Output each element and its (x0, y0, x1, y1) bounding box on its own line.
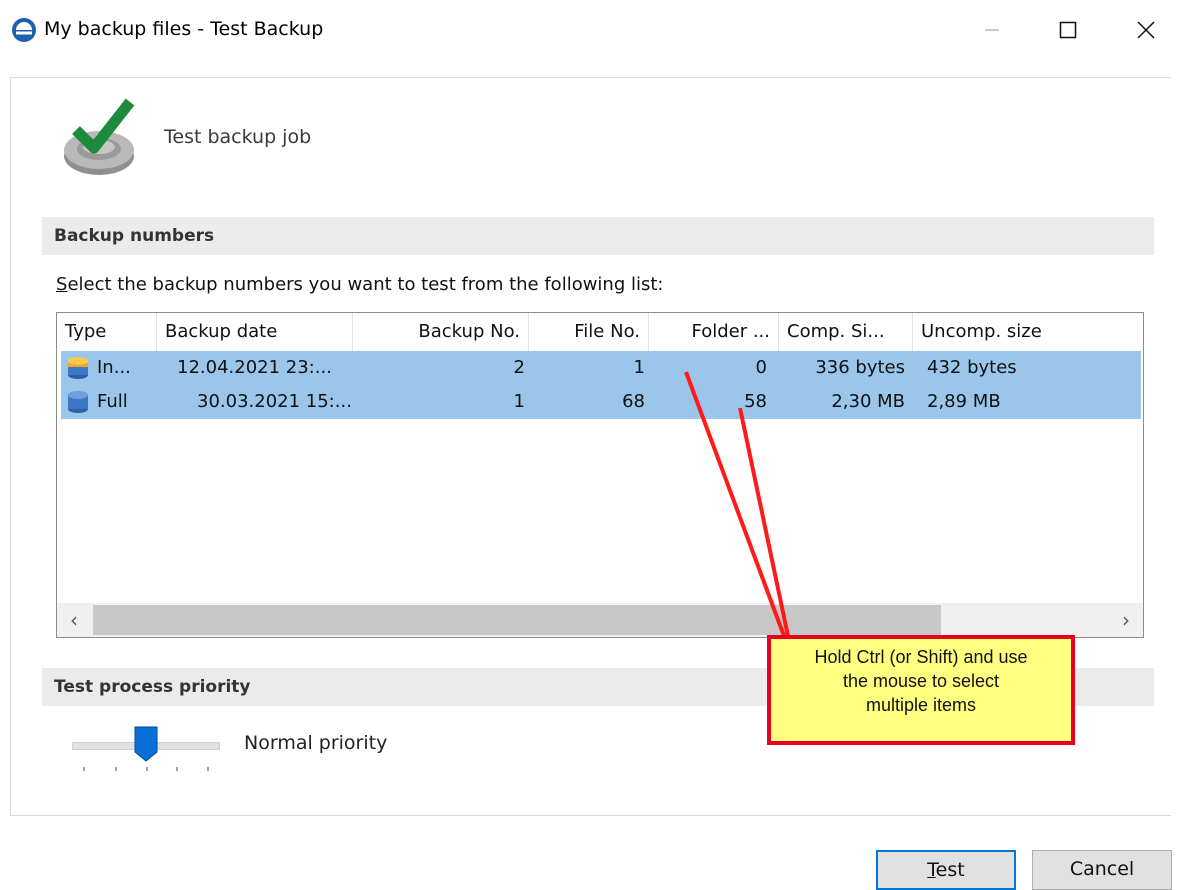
instruction-rest: elect the backup numbers you want to tes… (67, 274, 664, 295)
column-header-uncomp-size[interactable]: Uncomp. size (913, 313, 1113, 351)
cell-uncomp-size: 432 bytes (927, 357, 1017, 378)
close-button[interactable] (1118, 8, 1174, 52)
title-bar: My backup files - Test Backup (0, 0, 1178, 60)
full-backup-icon (68, 391, 88, 413)
slider-tick (146, 767, 148, 771)
cell-comp-size: 336 bytes (815, 357, 905, 378)
cancel-button[interactable]: Cancel (1032, 850, 1172, 890)
app-logo-icon (12, 18, 36, 42)
window-title: My backup files - Test Backup (44, 18, 324, 40)
cell-backup-date: 12.04.2021 23:... (177, 357, 332, 378)
minimize-icon (985, 29, 999, 31)
slider-tick (207, 767, 209, 771)
scrollbar-thumb[interactable] (93, 605, 941, 635)
cell-type: Full (97, 391, 128, 412)
list-header: Type Backup date Backup No. File No. Fol… (57, 313, 1143, 351)
cell-backup-date: 30.03.2021 15:... (197, 391, 352, 412)
tooltip-callout: Hold Ctrl (or Shift) and use the mouse t… (767, 635, 1075, 745)
cell-folder: 0 (755, 357, 767, 378)
maximize-icon (1059, 21, 1077, 39)
instruction-access-key: S (56, 274, 68, 295)
check-disk-icon (64, 98, 135, 175)
cell-file-no: 68 (622, 391, 645, 412)
scroll-right-icon[interactable]: › (1109, 603, 1143, 637)
table-row[interactable]: Full 30.03.2021 15:... 1 68 58 2,30 MB 2… (61, 385, 1141, 419)
minimize-button[interactable] (964, 8, 1020, 52)
column-header-folder[interactable]: Folder ... (649, 313, 779, 351)
slider-tick (83, 767, 85, 771)
column-header-backup-date[interactable]: Backup date (157, 313, 353, 351)
column-header-backup-no[interactable]: Backup No. (353, 313, 529, 351)
callout-line: Hold Ctrl (or Shift) and use (814, 647, 1028, 667)
job-title: Test backup job (164, 126, 312, 148)
callout-line: the mouse to select (842, 671, 1000, 691)
section-backup-numbers: Backup numbers (42, 217, 1154, 255)
cell-uncomp-size: 2,89 MB (927, 391, 1001, 412)
column-header-type[interactable]: Type (57, 313, 157, 351)
test-access-key: T (927, 859, 936, 881)
close-icon (1137, 21, 1155, 39)
cell-backup-no: 1 (513, 391, 525, 412)
callout-line: multiple items (865, 695, 977, 715)
table-row[interactable]: In... 12.04.2021 23:... 2 1 0 336 bytes … (61, 351, 1141, 385)
backup-list[interactable]: Type Backup date Backup No. File No. Fol… (56, 312, 1144, 638)
cell-backup-no: 2 (513, 357, 525, 378)
horizontal-scrollbar[interactable]: ‹ › (57, 603, 1143, 637)
scroll-left-icon[interactable]: ‹ (57, 603, 91, 637)
slider-tick (176, 767, 178, 771)
test-label-rest: est (935, 859, 965, 881)
column-header-comp-size[interactable]: Comp. Si... (779, 313, 913, 351)
priority-label: Normal priority (244, 732, 388, 754)
cell-comp-size: 2,30 MB (831, 391, 905, 412)
slider-tick (115, 767, 117, 771)
column-header-file-no[interactable]: File No. (529, 313, 649, 351)
incremental-backup-icon (68, 357, 88, 379)
cell-folder: 58 (744, 391, 767, 412)
maximize-button[interactable] (1040, 8, 1096, 52)
instruction-text: Select the backup numbers you want to te… (56, 274, 664, 295)
cell-type: In... (97, 357, 131, 378)
priority-slider-thumb[interactable] (134, 726, 158, 762)
test-button[interactable]: Test (876, 850, 1016, 890)
cell-file-no: 1 (633, 357, 645, 378)
